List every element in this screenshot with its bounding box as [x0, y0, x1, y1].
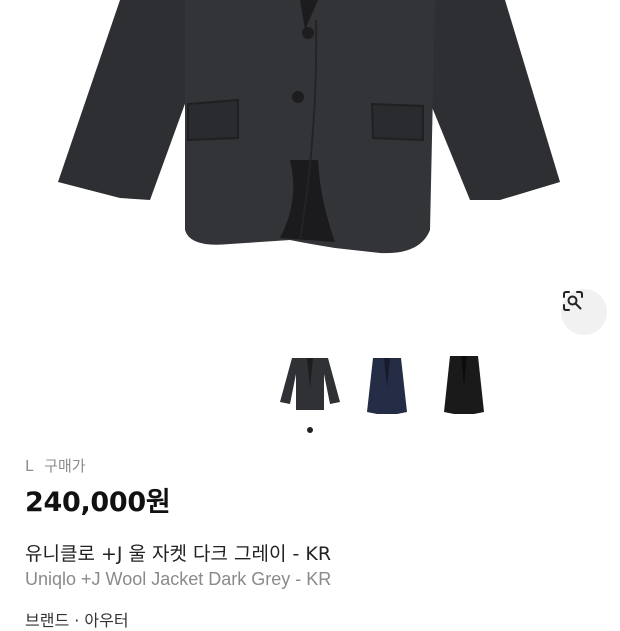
size-label: L	[25, 457, 34, 475]
purchase-type-label: 구매가	[44, 457, 86, 475]
jacket-thumbnail-icon	[280, 358, 340, 410]
lens-search-icon	[563, 291, 583, 311]
thumbnail-strip	[0, 352, 620, 422]
thumbnail-navy[interactable]	[355, 352, 419, 418]
next-section-label: 브랜드 · 아우터	[25, 611, 129, 630]
jacket-thumbnail-icon	[444, 356, 484, 414]
gallery-active-indicator	[307, 427, 313, 433]
jacket-image	[58, 0, 560, 254]
product-name-korean: 유니클로 +J 울 자켓 다크 그레이 - KR	[25, 543, 332, 565]
thumbnail-dark-grey[interactable]	[278, 352, 342, 418]
product-main-image[interactable]	[0, 0, 620, 340]
thumbnail-black[interactable]	[432, 352, 496, 418]
lens-search-button[interactable]	[561, 289, 607, 335]
jacket-thumbnail-icon	[367, 358, 407, 414]
size-and-type: L 구매가	[25, 455, 86, 476]
product-name-english: Uniqlo +J Wool Jacket Dark Grey - KR	[25, 569, 332, 589]
price: 240,000원	[25, 487, 171, 518]
